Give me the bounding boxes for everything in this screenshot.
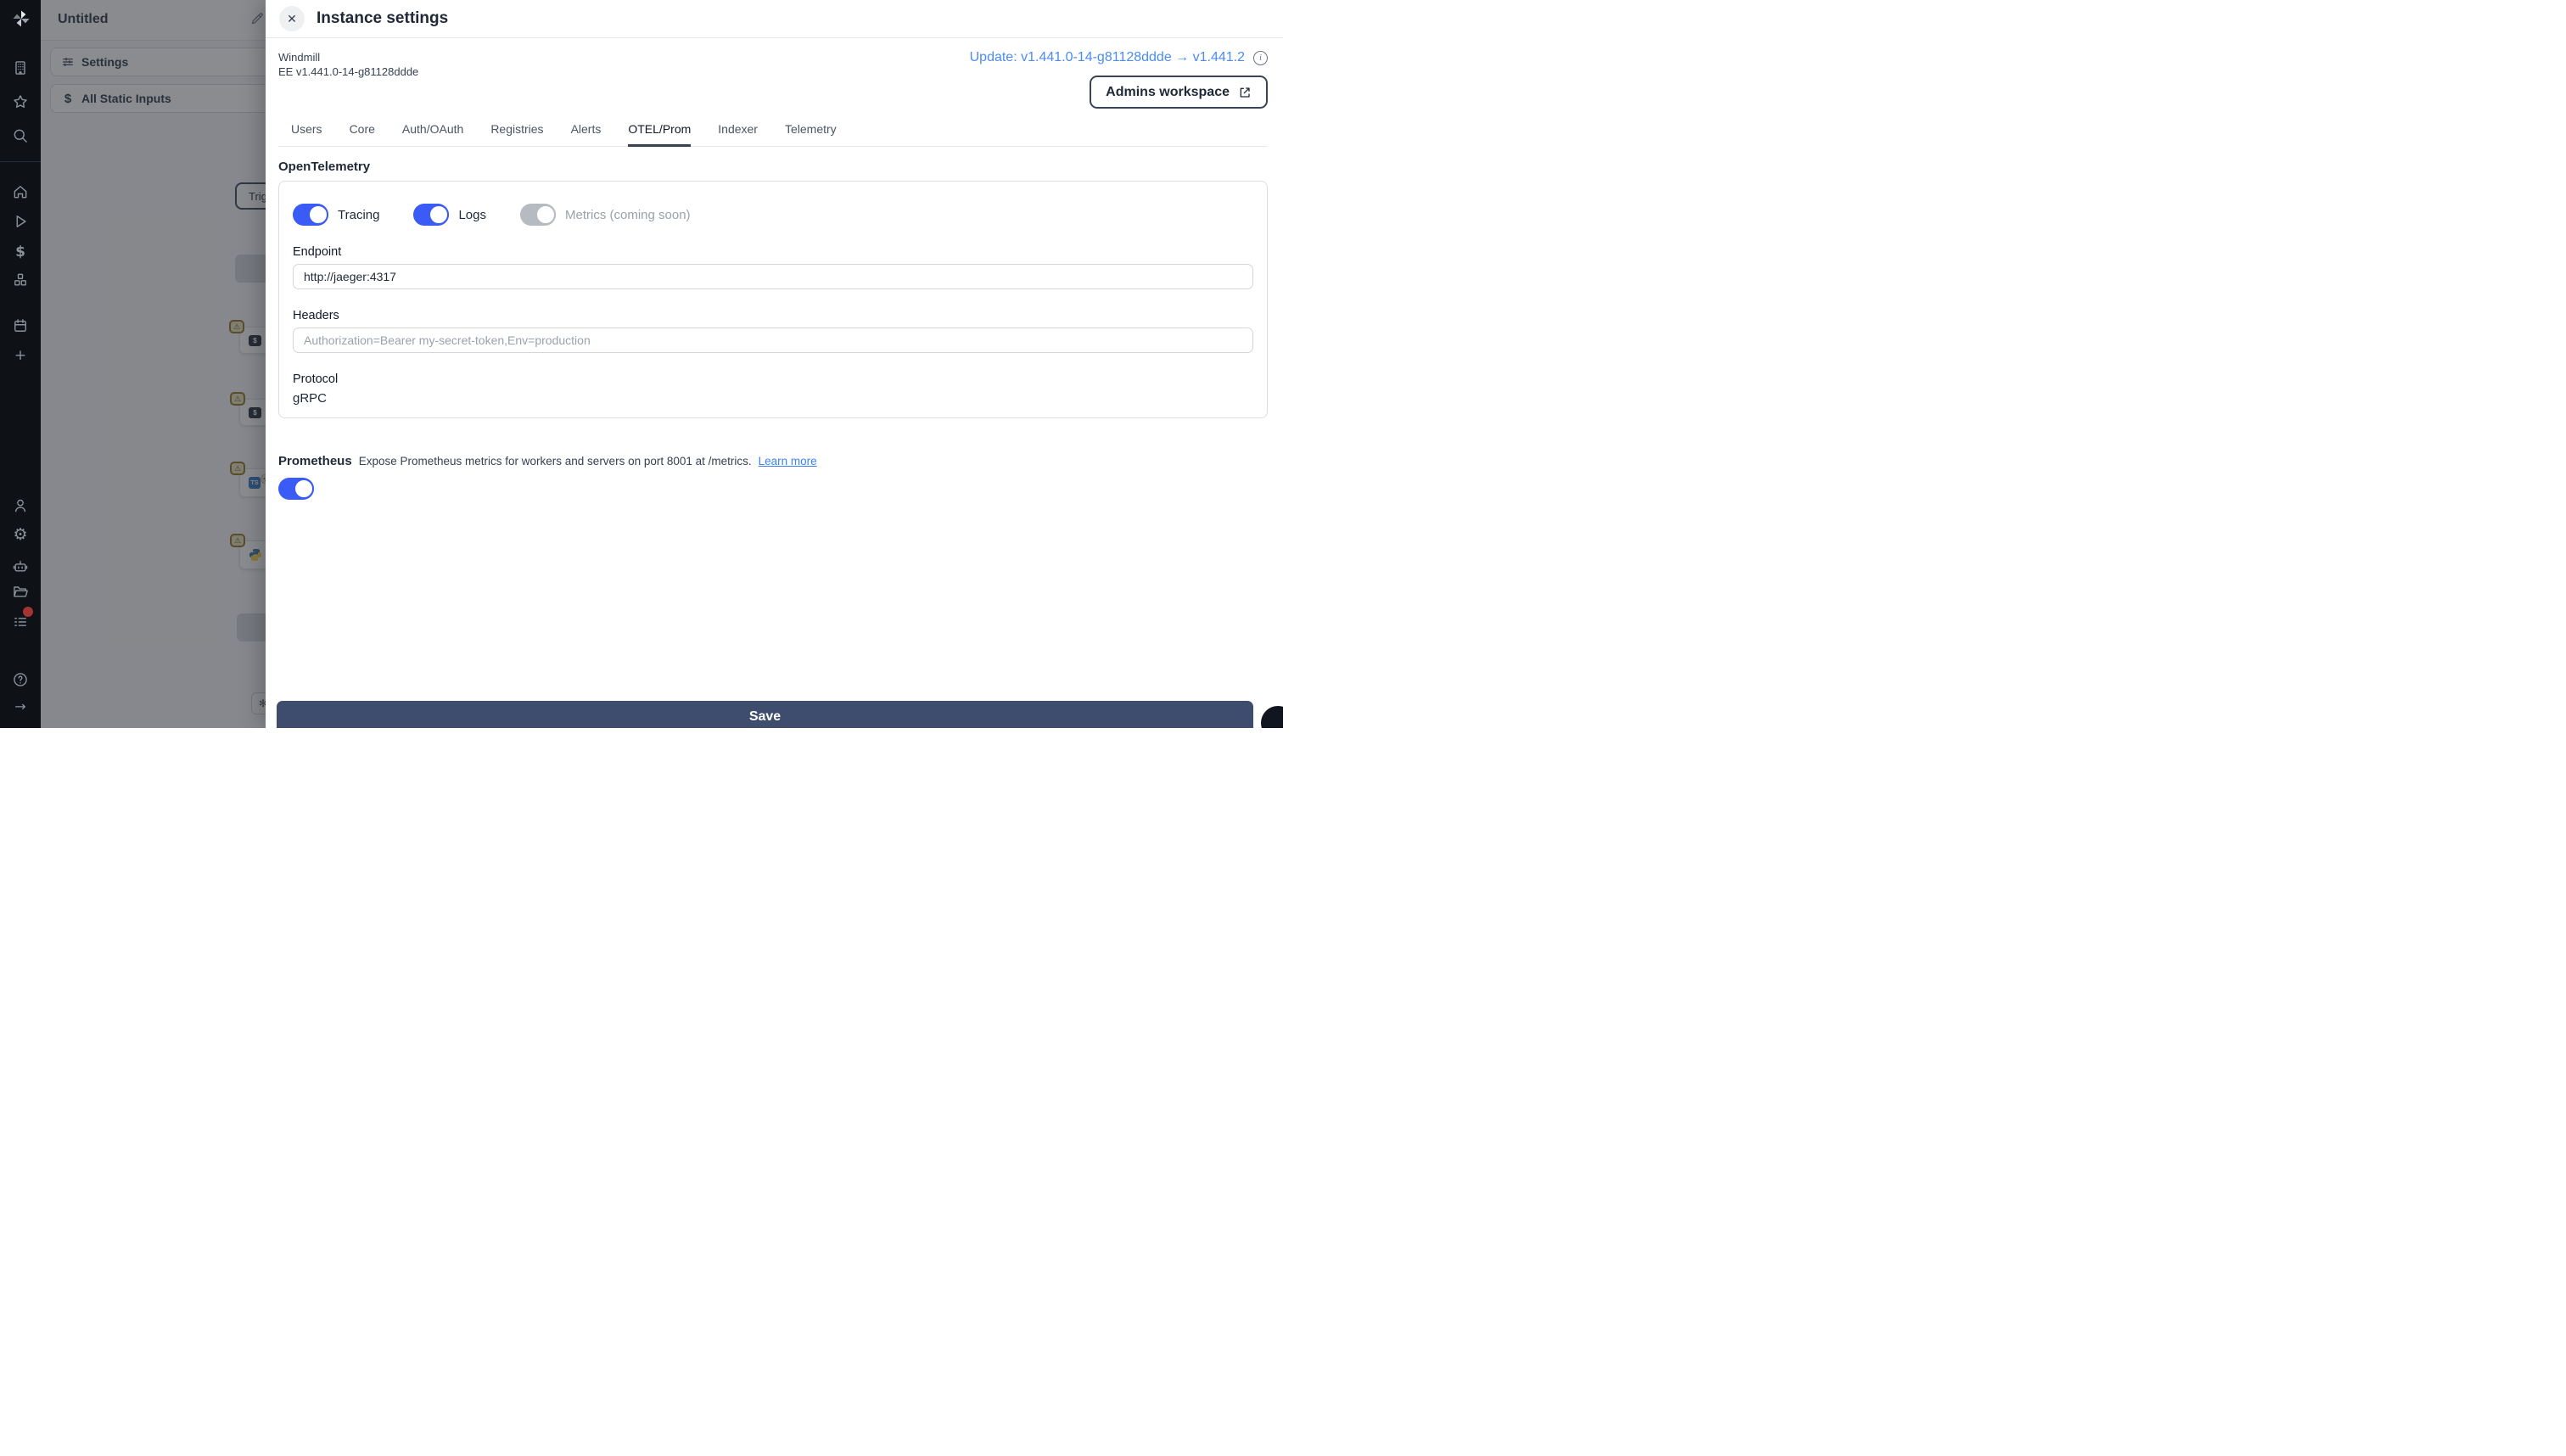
instance-settings-modal: ✕ Instance settings Windmill EE v1.441.0… (266, 0, 1283, 728)
prometheus-toggle[interactable] (278, 478, 314, 500)
tab-registries[interactable]: Registries (490, 122, 543, 146)
tab-otel-prom[interactable]: OTEL/Prom (628, 122, 692, 147)
save-button[interactable]: Save (277, 701, 1253, 728)
toggle-knob (308, 204, 328, 225)
admins-workspace-label: Admins workspace (1106, 84, 1230, 99)
admins-workspace-button[interactable]: Admins workspace (1090, 76, 1268, 109)
headers-input[interactable] (293, 328, 1253, 353)
toggle-knob (294, 479, 314, 499)
update-link[interactable]: Update: v1.441.0-14-g81128ddde → v1.441.… (970, 50, 1245, 65)
toggle-knob (535, 204, 556, 225)
user-icon[interactable] (12, 497, 29, 514)
folders-icon[interactable] (12, 583, 29, 600)
metrics-toggle-group: Metrics (coming soon) (520, 204, 691, 226)
tracing-toggle-group: Tracing (293, 204, 379, 226)
prometheus-heading: Prometheus (278, 454, 352, 468)
add-plus-icon[interactable]: + (12, 347, 29, 364)
workspace-building-icon[interactable] (12, 59, 29, 76)
tab-alerts[interactable]: Alerts (571, 122, 602, 146)
external-link-icon (1240, 87, 1250, 98)
favorites-star-icon[interactable] (12, 93, 29, 110)
tab-users[interactable]: Users (291, 122, 322, 146)
opentelemetry-heading: OpenTelemetry (278, 160, 371, 174)
sidebar-divider (0, 161, 41, 162)
update-block: Update: v1.441.0-14-g81128ddde → v1.441.… (970, 50, 1268, 109)
version-row: Windmill EE v1.441.0-14-g81128ddde Updat… (278, 50, 1268, 109)
notification-dot (23, 607, 33, 617)
tab-auth-oauth[interactable]: Auth/OAuth (402, 122, 463, 146)
modal-backdrop[interactable] (41, 0, 280, 728)
settings-gear-icon[interactable]: ⚙ (12, 525, 29, 544)
modal-title: Instance settings (317, 9, 449, 27)
modal-header: ✕ Instance settings (266, 0, 1283, 38)
help-icon[interactable] (12, 671, 29, 688)
sidebar: $ + ⚙ → (0, 0, 41, 728)
prometheus-description: Expose Prometheus metrics for workers an… (358, 455, 752, 468)
windmill-logo-icon[interactable] (10, 8, 32, 30)
runs-play-icon[interactable] (12, 213, 29, 230)
otel-toggles-row: Tracing Logs Metrics (coming soon) (293, 204, 1253, 226)
endpoint-input[interactable] (293, 264, 1253, 289)
tab-telemetry[interactable]: Telemetry (785, 122, 837, 146)
close-icon: ✕ (287, 11, 297, 25)
tracing-toggle[interactable] (293, 204, 328, 226)
protocol-value: gRPC (293, 391, 328, 406)
home-icon[interactable] (12, 183, 29, 200)
version-text: EE v1.441.0-14-g81128ddde (278, 65, 419, 78)
modal-body: Windmill EE v1.441.0-14-g81128ddde Updat… (266, 50, 1283, 728)
version-block: Windmill EE v1.441.0-14-g81128ddde (278, 50, 418, 109)
tab-indexer[interactable]: Indexer (718, 122, 758, 146)
tab-core[interactable]: Core (350, 122, 375, 146)
settings-tabs: Users Core Auth/OAuth Registries Alerts … (278, 122, 1268, 147)
logs-toggle[interactable] (413, 204, 450, 226)
schedules-calendar-icon[interactable] (12, 317, 29, 334)
close-button[interactable]: ✕ (279, 6, 305, 31)
protocol-label: Protocol (293, 372, 339, 386)
vendor-name: Windmill (278, 51, 321, 64)
flow-editor: Untitled Settings $ All Static Inputs Tr… (41, 0, 320, 728)
app-root: $ + ⚙ → Untitled (0, 0, 1283, 728)
opentelemetry-card: Tracing Logs Metrics (coming soon) Endpo… (278, 181, 1268, 418)
metrics-toggle (520, 204, 556, 226)
ai-robot-icon[interactable] (12, 557, 29, 574)
variables-dollar-icon[interactable]: $ (12, 244, 29, 260)
prometheus-heading-row: Prometheus Expose Prometheus metrics for… (278, 454, 1268, 468)
tracing-label: Tracing (338, 207, 380, 222)
resources-cubes-icon[interactable] (12, 272, 29, 288)
endpoint-label: Endpoint (293, 245, 342, 259)
metrics-label: Metrics (coming soon) (565, 207, 691, 222)
collapse-arrow-icon[interactable]: → (12, 697, 29, 714)
logs-toggle-group: Logs (413, 204, 486, 226)
info-icon[interactable]: i (1253, 50, 1268, 65)
headers-label: Headers (293, 309, 339, 322)
learn-more-link[interactable]: Learn more (759, 455, 817, 468)
logs-label: Logs (458, 207, 486, 222)
search-icon[interactable] (12, 127, 29, 144)
toggle-knob (429, 204, 450, 225)
